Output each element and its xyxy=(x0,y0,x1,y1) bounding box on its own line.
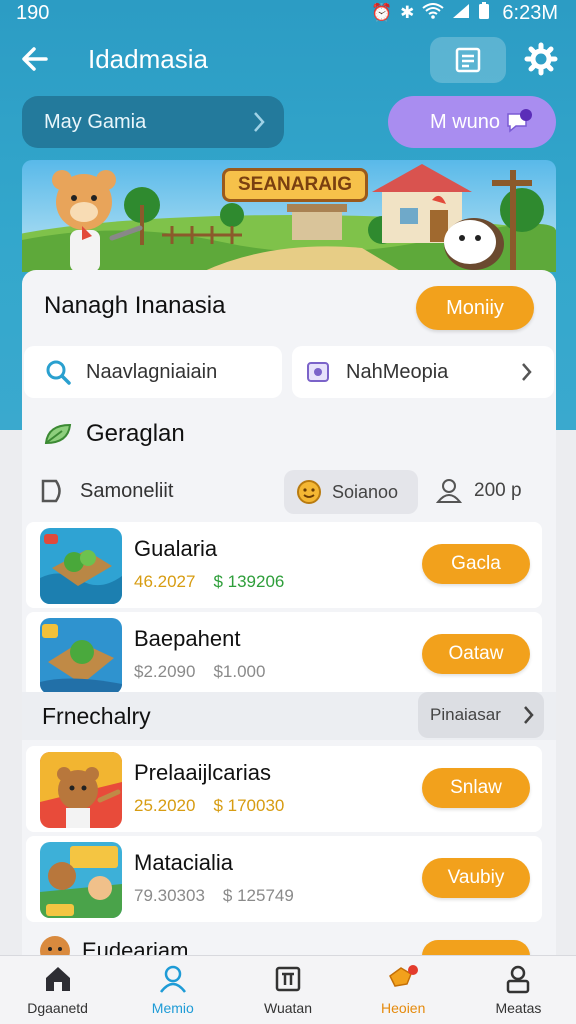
filter-option[interactable]: Samoneliit xyxy=(40,478,173,504)
filter-option-label: Samoneliit xyxy=(80,479,174,502)
media-selector[interactable]: NahMeopia xyxy=(292,346,554,398)
item-action-button[interactable]: Oataw xyxy=(422,634,530,674)
message-icon xyxy=(507,109,532,133)
user-lock-icon xyxy=(507,965,530,994)
bluetooth-icon: ✱ xyxy=(400,3,415,22)
nav-chat[interactable]: Heoien xyxy=(346,956,461,1024)
battery-icon xyxy=(478,1,490,25)
item-title: Gualaria xyxy=(134,536,218,561)
item-action-label: Oataw xyxy=(448,643,504,664)
nav-account[interactable]: Meatas xyxy=(461,956,576,1024)
nav-frame[interactable]: Wuatan xyxy=(230,956,345,1024)
item-action-button[interactable]: Snlaw xyxy=(422,768,530,808)
document-button[interactable] xyxy=(430,37,506,83)
section2-more-button[interactable]: Pinaiasar xyxy=(418,692,544,738)
item-date: 25.2020 xyxy=(134,796,196,815)
arrow-left-icon xyxy=(22,47,48,71)
search-input[interactable]: Naavlagniaiain xyxy=(24,346,282,398)
item-meta: 79.30303 $ 125749 xyxy=(134,886,294,906)
item-action-label: Snlaw xyxy=(450,777,502,798)
message-pill[interactable]: M wuno xyxy=(388,96,556,148)
nav-frame-label: Wuatan xyxy=(264,1000,312,1016)
status-time: 6:23M xyxy=(502,1,558,24)
status-left-text: 190 xyxy=(16,1,50,24)
item-thumbnail xyxy=(40,618,122,694)
nav-chat-label: Heoien xyxy=(381,1000,426,1016)
participants-count-label: 200 p xyxy=(474,480,522,501)
section-title: Nanagh Inanasia xyxy=(44,292,226,319)
category-header: Geraglan xyxy=(42,420,185,448)
app-bar: Idadmasia xyxy=(0,30,576,90)
nav-profile-label: Memio xyxy=(151,1000,194,1016)
item-price: $ 139206 xyxy=(213,572,285,591)
user-icon xyxy=(436,479,463,503)
list-item[interactable]: Gualaria 46.2027 $ 139206 Gacla xyxy=(26,522,542,608)
chat-icon xyxy=(389,965,419,987)
item-price: $1.000 xyxy=(213,662,266,681)
tag-icon xyxy=(41,479,61,503)
game-selector-pill[interactable]: May Gamia xyxy=(22,96,284,148)
item-thumbnail xyxy=(40,752,122,828)
status-bar: 190 ⏰ ✱ 6:23M xyxy=(0,0,576,26)
alarm-icon: ⏰ xyxy=(370,3,393,22)
item-price: $ 170030 xyxy=(213,796,285,815)
list-item[interactable]: Prelaaijlcarias 25.2020 $ 170030 Snlaw xyxy=(26,746,542,832)
item-action-label: Gacla xyxy=(451,553,501,574)
section-action-label: Moniiy xyxy=(446,296,504,319)
search-icon xyxy=(46,360,71,385)
section2-more-label: Pinaiasar xyxy=(430,705,501,724)
nav-home[interactable]: Dgaanetd xyxy=(0,956,115,1024)
chevron-right-icon xyxy=(254,112,265,132)
filter-chip-label: Soianoo xyxy=(332,481,399,502)
frame-icon xyxy=(275,966,301,992)
gear-icon xyxy=(524,42,558,76)
item-title: Baepahent xyxy=(134,626,241,651)
item-meta: 46.2027 $ 139206 xyxy=(134,572,284,592)
filter-chip[interactable]: Soianoo xyxy=(284,470,418,514)
chevron-right-icon xyxy=(524,706,534,724)
bottom-navigation: Dgaanetd Memio Wuatan Heoien Meatas xyxy=(0,955,576,1024)
item-title: Prelaaijlcarias xyxy=(134,760,271,785)
document-icon xyxy=(455,47,481,73)
section-action-button[interactable]: Moniiy xyxy=(416,286,534,330)
nav-home-label: Dgaanetd xyxy=(27,1000,88,1016)
list-item[interactable]: Baepahent $2.2090 $1.000 Oataw xyxy=(26,612,542,698)
banner-title: SEANARAIG xyxy=(222,168,368,202)
item-date: 46.2027 xyxy=(134,572,196,591)
participants-count: 200 p xyxy=(436,478,522,504)
home-icon xyxy=(45,967,70,991)
settings-button[interactable] xyxy=(524,42,558,76)
nav-profile[interactable]: Memio xyxy=(115,956,230,1024)
item-action-button[interactable]: Gacla xyxy=(422,544,530,584)
search-placeholder: Naavlagniaiain xyxy=(86,360,218,383)
filter-row: Samoneliit Soianoo 200 p xyxy=(40,470,540,514)
item-price: $ 125749 xyxy=(222,886,294,905)
item-meta: $2.2090 $1.000 xyxy=(134,662,265,682)
coin-face-icon xyxy=(297,480,321,504)
wifi-icon xyxy=(422,2,445,24)
chevron-right-icon xyxy=(522,363,532,381)
item-action-button[interactable]: Vaubiy xyxy=(422,858,530,898)
nav-account-label: Meatas xyxy=(495,1000,542,1016)
signal-icon xyxy=(452,3,470,24)
back-button[interactable] xyxy=(18,42,52,76)
section2-title: Frnechalry xyxy=(42,702,151,729)
item-action-label: Vaubiy xyxy=(447,867,505,888)
list-item[interactable]: Matacialia 79.30303 $ 125749 Vaubiy xyxy=(26,836,542,922)
media-label: NahMeopia xyxy=(346,360,449,383)
item-meta: 25.2020 $ 170030 xyxy=(134,796,284,816)
page-title: Idadmasia xyxy=(88,44,208,74)
item-thumbnail xyxy=(40,528,122,604)
profile-icon xyxy=(159,965,186,993)
item-thumbnail xyxy=(40,842,122,918)
media-icon xyxy=(307,362,329,382)
message-pill-label: M wuno xyxy=(430,110,501,133)
leaf-icon xyxy=(44,423,72,445)
item-date: 79.30303 xyxy=(134,886,205,905)
item-date: $2.2090 xyxy=(134,662,196,681)
category-label: Geraglan xyxy=(86,420,185,447)
game-selector-label: May Gamia xyxy=(44,110,147,133)
item-title: Matacialia xyxy=(134,850,234,875)
